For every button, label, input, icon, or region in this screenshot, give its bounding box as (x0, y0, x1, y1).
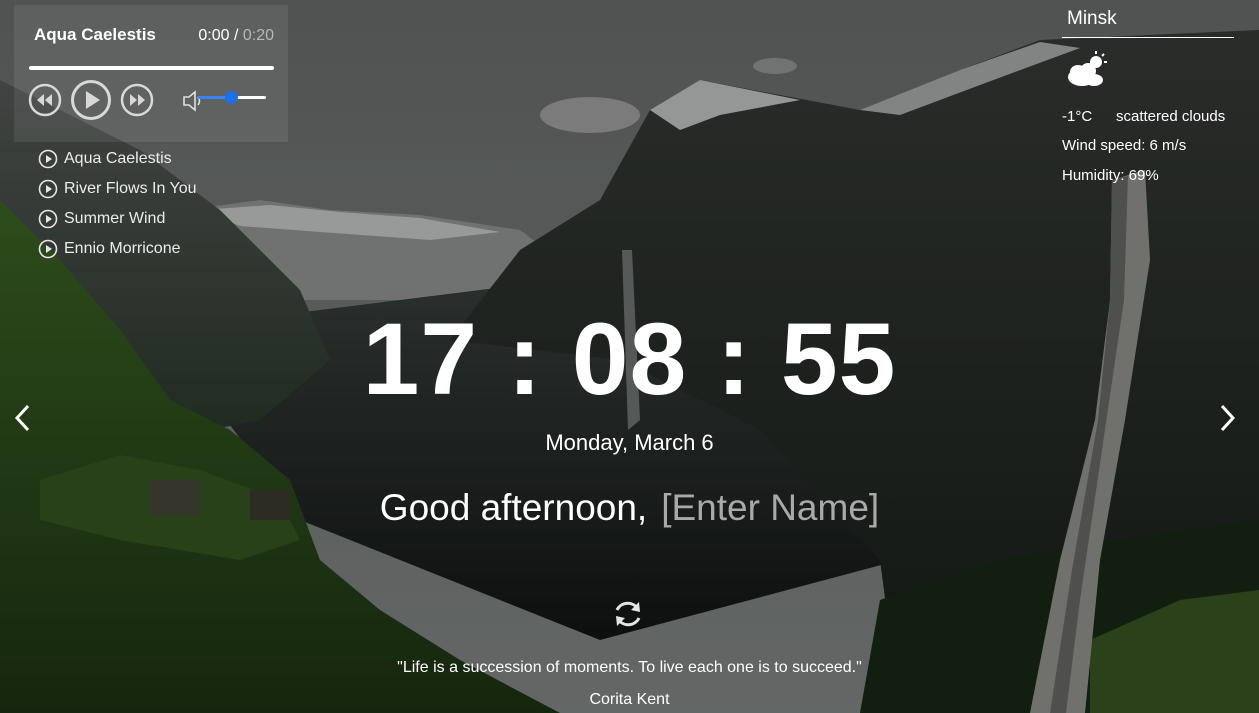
volume-slider-knob[interactable] (224, 91, 238, 104)
play-item-icon (38, 149, 58, 169)
playlist-item[interactable]: Ennio Morricone (38, 234, 197, 264)
playlist-item[interactable]: Aqua Caelestis (38, 144, 197, 174)
weather-widget: Minsk -1°C scattered clouds Wind speed: … (1062, 8, 1234, 184)
humidity: Humidity: 69% (1062, 167, 1159, 184)
temperature: -1°C (1062, 108, 1093, 125)
current-track-title: Aqua Caelestis (34, 25, 156, 44)
greeting-text: Good afternoon, (379, 487, 648, 528)
playlist-item[interactable]: River Flows In You (38, 174, 197, 204)
previous-track-button[interactable] (28, 83, 62, 117)
playlist-item-label: Summer Wind (64, 210, 166, 227)
audio-player: Aqua Caelestis 0:00 / 0:20 (14, 5, 288, 142)
clock-minutes: 08 (571, 302, 688, 416)
time-separator: / (229, 27, 243, 44)
wind-speed: Wind speed: 6 m/s (1062, 137, 1187, 154)
playlist: Aqua Caelestis River Flows In You Summer… (38, 144, 197, 264)
track-duration: 0:20 (242, 27, 274, 44)
volume-slider[interactable] (198, 91, 266, 104)
volume-icon[interactable] (181, 90, 205, 112)
clock-separator: : (716, 302, 752, 416)
player-header: Aqua Caelestis 0:00 / 0:20 (34, 25, 274, 47)
play-item-icon (38, 239, 58, 259)
date-display: Monday, March 6 (545, 430, 714, 455)
clock-hours: 17 (362, 302, 479, 416)
weather-description: scattered clouds (1116, 108, 1226, 125)
current-time: 0:00 (198, 27, 230, 44)
city-input[interactable]: Minsk (1062, 8, 1234, 38)
clock-seconds: 55 (780, 302, 897, 416)
clock-separator: : (507, 302, 543, 416)
play-item-icon (38, 209, 58, 229)
scattered-clouds-icon (1068, 51, 1107, 86)
name-input[interactable]: [Enter Name] (661, 487, 879, 528)
track-time: 0:00 / 0:20 (198, 27, 274, 45)
quote-author: Corita Kent (589, 691, 670, 708)
progress-bar[interactable] (29, 66, 274, 70)
refresh-quote-icon[interactable] (611, 597, 645, 631)
next-track-button[interactable] (120, 83, 154, 117)
clock: 17 : 08 : 55 (0, 304, 1259, 414)
greeting: Good afternoon, [Enter Name] (0, 487, 1259, 529)
playlist-item-label: River Flows In You (64, 180, 197, 197)
playlist-item-label: Aqua Caelestis (64, 150, 172, 167)
quote-text: "Life is a succession of moments. To liv… (397, 659, 862, 676)
playlist-item[interactable]: Summer Wind (38, 204, 197, 234)
play-item-icon (38, 179, 58, 199)
play-button[interactable] (70, 79, 112, 121)
playlist-item-label: Ennio Morricone (64, 240, 181, 257)
